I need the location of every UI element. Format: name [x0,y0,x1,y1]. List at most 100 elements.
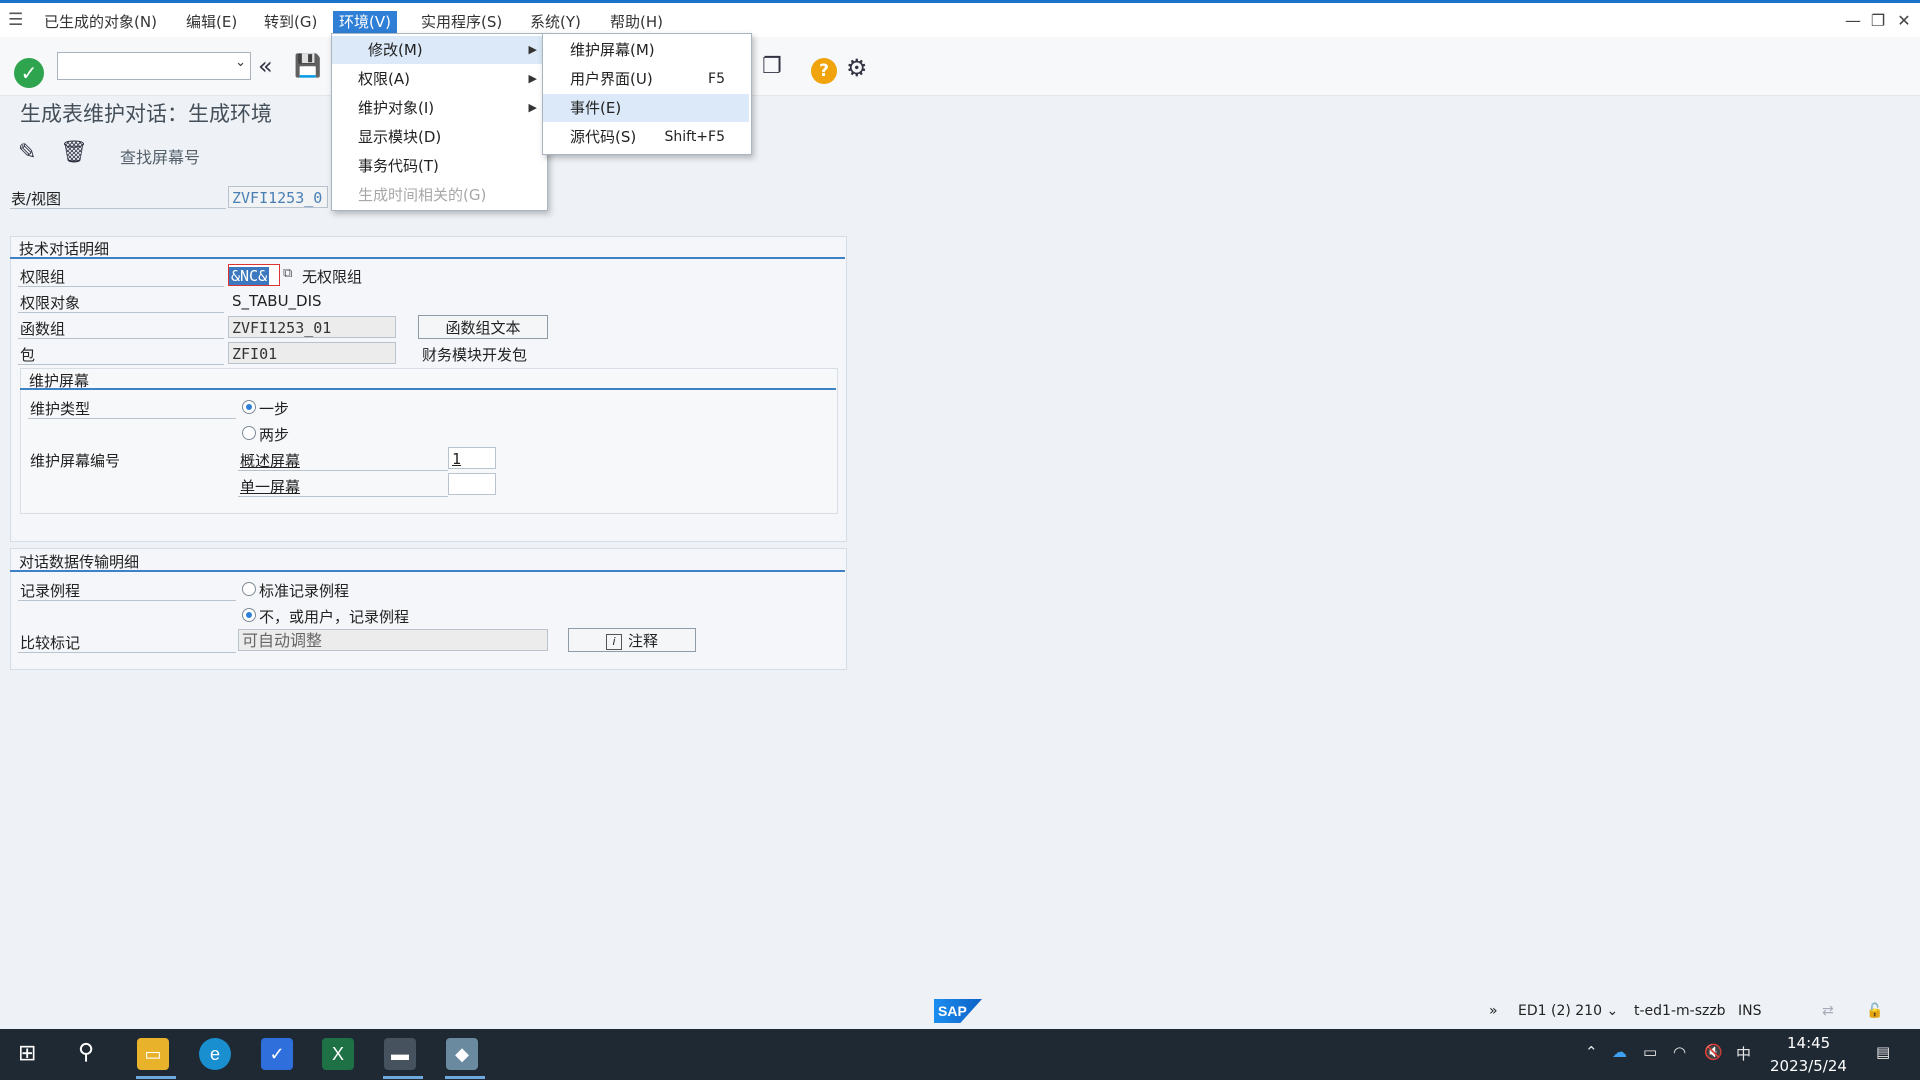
note-button-label: 注释 [627,632,658,650]
single-screen-label: 单一屏幕 [240,478,301,496]
minimize-icon[interactable]: — [1842,11,1864,31]
excel-icon[interactable]: X [322,1038,354,1070]
table-view-field[interactable]: ZVFI1253_0 [228,186,328,208]
auth-group-value: &NC& [229,267,270,285]
note-button[interactable]: i 注释 [568,628,696,652]
clock-time[interactable]: 14:45 [1787,1034,1830,1052]
menu-item-modify[interactable]: 修改(M) ▶ [332,36,545,64]
accelerator-f5: F5 [708,71,725,87]
package-label: 包 [20,346,36,364]
menu-item-display-module[interactable]: 显示模块(D) [332,123,545,151]
submenu-item-user-interface[interactable]: 用户界面(U) F5 [543,65,749,93]
close-icon[interactable]: ✕ [1893,11,1915,31]
transport-section-title: 对话数据传输明细 [19,553,140,571]
new-window-icon[interactable]: ❐ [762,54,782,79]
info-icon: i [605,633,622,650]
menu-goto[interactable]: 转到(G) [258,11,323,33]
menubar: ☰ 已生成的对象(N) 编辑(E) 转到(G) 环境(V) 实用程序(S) 系统… [0,3,1920,37]
menu-environment[interactable]: 环境(V) [333,11,397,33]
pencil-icon[interactable]: ✎ [18,140,36,165]
search-icon[interactable]: ⚲ [78,1040,94,1065]
record-option-no-user: 不，或用户，记录例程 [259,608,410,626]
restore-icon[interactable]: ❐ [1867,11,1889,31]
submenu-item-events[interactable]: 事件(E) [543,94,749,122]
menu-edit[interactable]: 编辑(E) [180,11,243,33]
menu-system[interactable]: 系统(Y) [524,11,587,33]
auth-object-value: S_TABU_DIS [232,292,322,310]
record-routine-label: 记录例程 [20,582,81,600]
system-info[interactable]: ED1 (2) 210 ⌄ [1518,1003,1618,1019]
auth-group-label: 权限组 [20,268,66,286]
command-field[interactable]: ⌄ [57,52,251,80]
volume-muted-icon[interactable]: 🔇 [1704,1043,1723,1061]
section-divider [10,257,845,259]
menu-item-display-module-label: 显示模块(D) [358,128,442,146]
menu-item-authorization[interactable]: 权限(A) ▶ [332,65,545,93]
menu-item-authorization-label: 权限(A) [358,70,410,88]
submenu-item-maint-screen-label: 维护屏幕(M) [570,41,655,59]
back-double-chevron-icon[interactable]: « [258,52,273,80]
value-help-icon[interactable]: ⧉ [283,266,292,281]
menu-item-transaction-code-label: 事务代码(T) [358,157,439,175]
menu-item-maint-object[interactable]: 维护对象(I) ▶ [332,94,545,122]
auth-group-field[interactable]: &NC& [228,264,280,286]
sap-gui-icon[interactable]: ◆ [446,1038,478,1070]
enter-check-icon[interactable]: ✓ [14,58,44,88]
submenu-item-maint-screen[interactable]: 维护屏幕(M) [543,36,749,64]
ime-indicator[interactable]: 中 [1736,1043,1751,1064]
page-title: 生成表维护对话：生成环境 [20,102,272,126]
onedrive-cloud-icon[interactable]: ☁ [1612,1043,1627,1061]
function-group-text-button[interactable]: 函数组文本 [418,315,548,339]
trash-icon[interactable]: 🗑 [60,140,88,165]
wifi-icon[interactable]: ◠ [1673,1043,1686,1061]
submenu-item-source-code[interactable]: 源代码(S) Shift+F5 [543,123,749,151]
gear-icon[interactable]: ⚙ [846,54,868,82]
submenu-item-source-code-label: 源代码(S) [570,128,637,146]
environment-menu: 修改(M) ▶ 权限(A) ▶ 维护对象(I) ▶ 显示模块(D) 事务代码(T… [331,33,548,211]
expand-chevron-icon[interactable]: » [1489,1003,1498,1019]
submenu-item-user-interface-label: 用户界面(U) [570,70,653,88]
maint-type-label: 维护类型 [30,400,91,418]
single-screen-field[interactable] [448,473,496,495]
menu-generated-objects[interactable]: 已生成的对象(N) [38,11,163,33]
radio-two-step[interactable] [242,426,256,440]
find-screen-number-button[interactable]: 查找屏幕号 [120,144,200,168]
windows-start-icon[interactable]: ⊞ [18,1041,36,1066]
transfer-icon[interactable]: ⇄ [1822,1003,1834,1019]
radio-one-step[interactable] [242,400,256,414]
sap-logon-icon[interactable]: ▬ [384,1038,416,1070]
menu-utilities[interactable]: 实用程序(S) [415,11,508,33]
edge-browser-icon[interactable]: e [199,1038,231,1070]
package-field[interactable]: ZFI01 [228,342,396,364]
lock-icon[interactable]: 🔓 [1866,1003,1883,1019]
window-menu-icon[interactable]: ☰ [8,10,23,30]
submenu-arrow-icon: ▶ [528,101,537,114]
radio-standard-record[interactable] [242,582,256,596]
system-info-text: ED1 (2) 210 [1518,1003,1602,1019]
menu-item-transaction-code[interactable]: 事务代码(T) [332,152,545,180]
taskbar-indicator [383,1076,423,1079]
menu-help[interactable]: 帮助(H) [604,11,669,33]
save-icon[interactable]: 💾 [294,54,321,79]
radio-no-record[interactable] [242,608,256,622]
auth-group-text: 无权限组 [302,268,363,286]
notification-icon[interactable]: ▤ [1876,1043,1890,1061]
battery-icon[interactable]: ▭ [1643,1043,1657,1061]
file-explorer-icon[interactable]: ▭ [137,1038,169,1070]
submenu-arrow-icon: ▶ [528,43,537,56]
section-divider [10,570,845,572]
todo-check-icon[interactable]: ✓ [261,1038,293,1070]
tray-chevron-up-icon[interactable]: ⌃ [1585,1043,1598,1061]
maint-type-two-step: 两步 [259,426,290,444]
chevron-down-icon[interactable]: ⌄ [235,55,246,70]
package-text: 财务模块开发包 [422,346,528,364]
clock-date[interactable]: 2023/5/24 [1770,1057,1847,1075]
function-group-field[interactable]: ZVFI1253_01 [228,316,396,338]
auth-object-label: 权限对象 [20,294,81,312]
submenu-arrow-icon: ▶ [528,72,537,85]
compare-flag-field[interactable]: 可自动调整 [238,629,548,651]
overview-screen-field[interactable]: 1 [448,447,496,469]
menu-item-modify-label: 修改(M) [368,41,423,59]
help-icon[interactable]: ? [811,58,837,84]
modify-submenu: 维护屏幕(M) 用户界面(U) F5 事件(E) 源代码(S) Shift+F5 [542,33,752,155]
